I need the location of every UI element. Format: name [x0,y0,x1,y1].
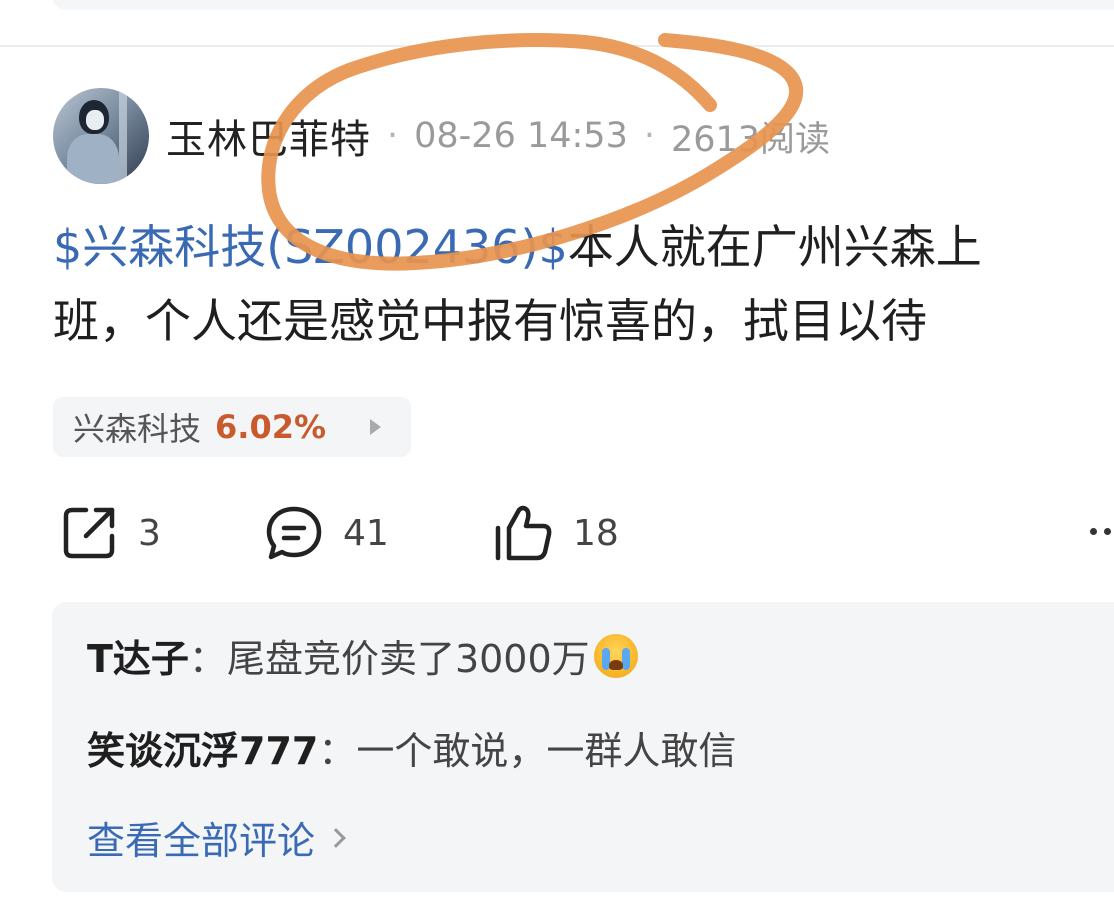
post-line-1: $兴森科技(SZ002436)$本人就在广州兴森上 [53,210,1114,284]
meta-separator-dot: · [643,116,655,156]
stock-chip-change: 6.02% [215,408,327,446]
emoji-tear [621,647,630,670]
avatar-figure-face [86,110,104,130]
avatar[interactable] [53,88,149,184]
share-button[interactable]: 3 [60,500,161,566]
comment-icon [266,506,322,560]
post-text-line-1: 本人就在广州兴森上 [567,220,982,274]
like-count: 18 [573,512,619,554]
post-text-line-2: 班，个人还是感觉中报有惊喜的，拭目以待 [53,294,927,348]
comment-item[interactable]: T达子 ： 尾盘竞价卖了3000万 [87,628,638,683]
divider [0,45,1114,47]
comment-text: 一个敢说，一群人敢信 [356,729,737,773]
comment-preview-box[interactable]: T达子 ： 尾盘竞价卖了3000万 笑谈沉浮777 ： 一个敢说，一群人敢信 查… [52,602,1114,892]
chevron-right-icon [326,827,346,848]
stock-chip-name: 兴森科技 [73,410,202,448]
post-time: 08-26 14:53 [414,116,628,156]
emoji-mouth [608,659,623,670]
share-count: 3 [138,512,161,554]
read-count: 2613阅读 [670,119,831,160]
avatar-figure-body [67,134,119,184]
stock-quote-chip[interactable]: 兴森科技 6.02% [53,397,411,457]
view-all-comments-label: 查看全部评论 [87,819,316,863]
comment-count: 41 [343,512,389,554]
comment-user[interactable]: 笑谈沉浮777 [87,720,318,775]
like-icon [495,505,552,561]
comment-separator: ： [318,729,357,773]
more-dot [1090,528,1097,535]
like-button[interactable]: 18 [493,500,619,566]
crying-emoji-icon [593,633,638,678]
chevron-right-icon [370,419,381,435]
comment-separator: ： [188,637,227,681]
stock-mention-link[interactable]: $兴森科技(SZ002436)$ [53,220,568,274]
share-icon [63,507,115,559]
avatar-light-bar [119,88,127,184]
previous-post-card [52,0,1114,10]
view-all-comments-link[interactable]: 查看全部评论 [87,810,346,865]
post-content[interactable]: $兴森科技(SZ002436)$本人就在广州兴森上 班，个人还是感觉中报有惊喜的… [53,210,1114,358]
post-meta-row: 玉林巴菲特 · 08-26 14:53 · 2613阅读 [166,108,830,164]
comment-text: 尾盘竞价卖了3000万 [226,637,590,681]
meta-separator-dot: · [387,116,399,156]
more-dot [1104,528,1111,535]
comment-item[interactable]: 笑谈沉浮777 ： 一个敢说，一群人敢信 [87,720,736,775]
author-name[interactable]: 玉林巴菲特 [166,107,371,165]
more-icon[interactable] [1090,522,1114,542]
comment-user[interactable]: T达子 [87,628,189,683]
comment-button[interactable]: 41 [265,500,389,566]
